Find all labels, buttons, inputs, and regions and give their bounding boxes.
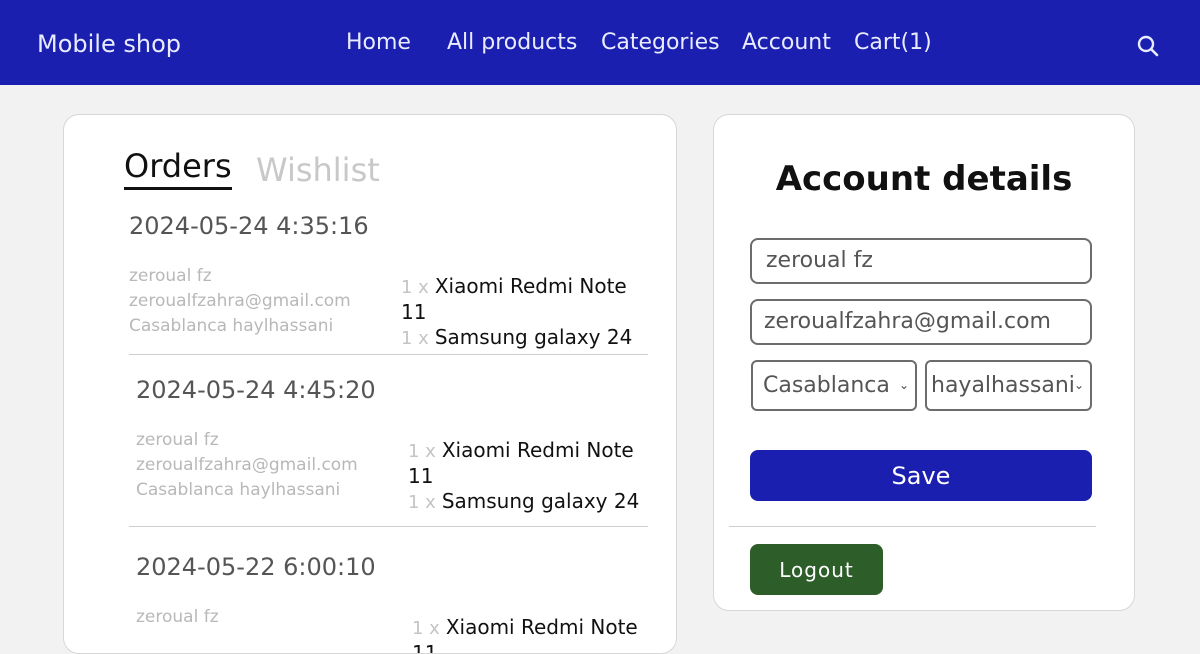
item-qty: 1 x [401,277,429,298]
order-item: 1 x Samsung galaxy 24 [408,489,656,515]
item-qty: 1 x [412,618,440,639]
order-divider [129,526,648,527]
order-divider [129,354,648,355]
order-item: 1 x Xiaomi Redmi Note 11 [401,274,649,325]
item-qty: 1 x [408,441,436,462]
nav-account[interactable]: Account [742,30,831,55]
order-item: 1 x Xiaomi Redmi Note 11 [408,438,656,489]
order-customer-info: zeroual fz zeroualfzahra@gmail.com Casab… [129,264,351,339]
order-customer-info: zeroual fz [136,605,219,630]
customer-email: zeroualfzahra@gmail.com [129,291,351,311]
save-button[interactable]: Save [750,450,1092,501]
account-divider [729,526,1096,527]
chevron-down-icon: ⌄ [898,378,909,392]
order-entry: 2024-05-24 4:35:16 zeroual fz zeroualfza… [129,212,649,349]
customer-address: Casablanca haylhassani [129,316,334,336]
order-entry: 2024-05-22 6:00:10 zeroual fz 1 x Xiaomi … [136,553,656,653]
name-field[interactable]: zeroual fz [750,238,1092,284]
customer-name: zeroual fz [136,607,219,627]
item-product: Xiaomi Redmi Note 11 [408,438,634,488]
item-product: Samsung galaxy 24 [441,489,640,513]
order-customer-info: zeroual fz zeroualfzahra@gmail.com Casab… [136,428,358,503]
order-item: 1 x Xiaomi Redmi Note 11 [412,615,656,654]
search-icon[interactable] [1136,34,1160,58]
tab-orders[interactable]: Orders [124,147,232,190]
item-product: Xiaomi Redmi Note 11 [412,615,638,654]
order-date: 2024-05-24 4:45:20 [136,376,376,404]
order-item: 1 x Samsung galaxy 24 [401,325,649,351]
city-select-value: Casablanca [763,373,890,398]
district-select[interactable]: hayalhassani ⌄ [925,360,1092,411]
order-items: 1 x Xiaomi Redmi Note 11 [412,615,656,654]
tab-wishlist[interactable]: Wishlist [256,151,380,189]
item-qty: 1 x [408,492,436,513]
district-select-value: hayalhassani [931,373,1075,398]
chevron-down-icon: ⌄ [1073,378,1084,392]
nav-cart[interactable]: Cart(1) [854,30,932,55]
customer-name: zeroual fz [136,430,219,450]
customer-address: Casablanca haylhassani [136,480,341,500]
nav-categories[interactable]: Categories [601,30,720,55]
top-navbar: Mobile shop Home All products Categories… [0,0,1200,85]
order-date: 2024-05-24 4:35:16 [129,212,369,240]
orders-panel: Orders Wishlist 2024-05-24 4:35:16 zerou… [63,114,677,654]
account-details-panel: Account details zeroual fz zeroualfzahra… [713,114,1135,611]
order-items: 1 x Xiaomi Redmi Note 11 1 x Samsung galax… [401,274,649,351]
account-title: Account details [775,159,1073,199]
customer-name: zeroual fz [129,266,212,286]
item-qty: 1 x [401,328,429,349]
brand-logo[interactable]: Mobile shop [37,30,181,58]
item-product: Xiaomi Redmi Note 11 [401,274,627,324]
order-date: 2024-05-22 6:00:10 [136,553,376,581]
order-entry: 2024-05-24 4:45:20 zeroual fz zeroualfza… [136,376,656,513]
customer-email: zeroualfzahra@gmail.com [136,455,358,475]
email-field[interactable]: zeroualfzahra@gmail.com [750,299,1092,345]
logout-button[interactable]: Logout [750,544,883,595]
item-product: Samsung galaxy 24 [434,325,633,349]
nav-home[interactable]: Home [346,30,411,55]
nav-all-products[interactable]: All products [447,30,577,55]
order-items: 1 x Xiaomi Redmi Note 11 1 x Samsung galax… [408,438,656,515]
city-select[interactable]: Casablanca ⌄ [751,360,917,411]
